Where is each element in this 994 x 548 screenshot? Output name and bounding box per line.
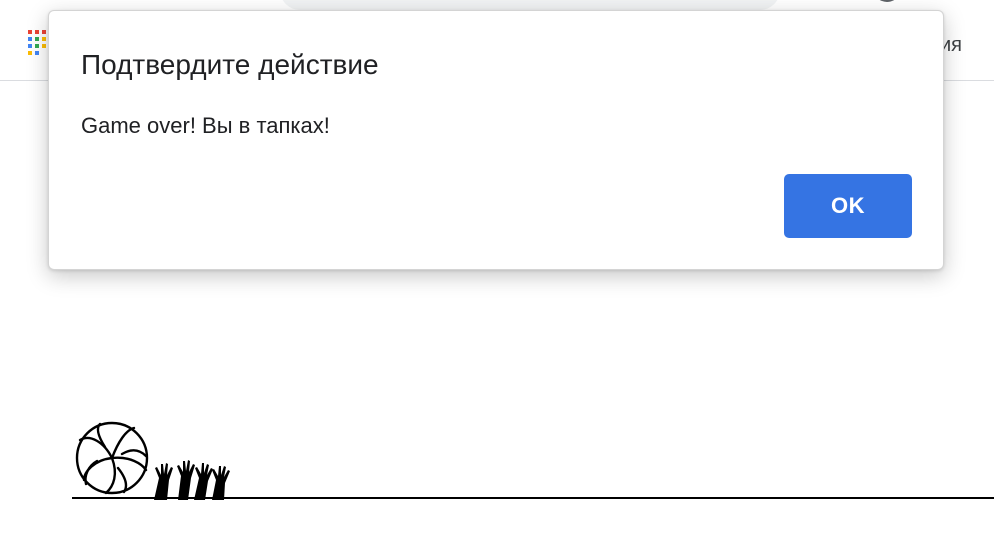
browser-viewport: ия Подтвердите действие Game over! Вы в … (0, 0, 994, 548)
raised-hands-icon (154, 460, 230, 500)
confirm-dialog: Подтвердите действие Game over! Вы в тап… (48, 10, 944, 270)
dialog-message: Game over! Вы в тапках! (81, 113, 330, 138)
apps-grid-icon[interactable] (28, 30, 46, 56)
dialog-title: Подтвердите действие (81, 49, 379, 80)
address-bar[interactable] (280, 0, 780, 10)
ok-button[interactable]: OK (784, 174, 912, 238)
profile-icon[interactable] (872, 0, 902, 4)
volleyball-icon (75, 421, 149, 495)
ground-line (72, 497, 994, 499)
